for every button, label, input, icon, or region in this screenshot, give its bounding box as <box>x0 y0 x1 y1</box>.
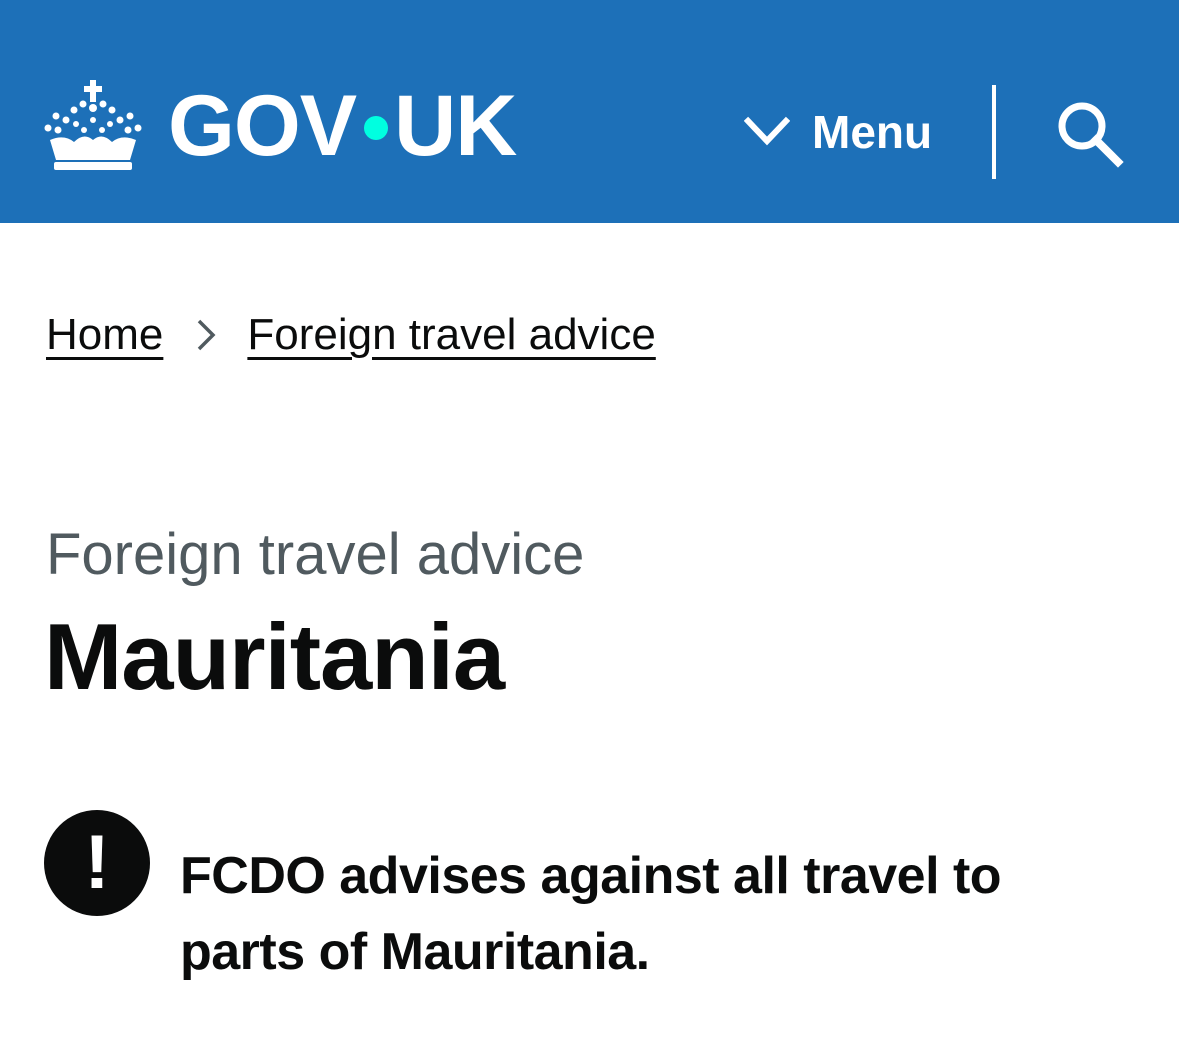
breadcrumb: Home Foreign travel advice <box>46 310 656 360</box>
logo-text-gov: GOV <box>168 78 357 174</box>
govuk-logo-link[interactable]: GOV UK <box>44 78 517 174</box>
breadcrumb-home-link[interactable]: Home <box>46 310 163 360</box>
chevron-right-icon <box>198 319 216 351</box>
crown-icon <box>44 80 142 170</box>
menu-label: Menu <box>812 106 933 158</box>
warning-text: FCDO advises against all travel to parts… <box>180 847 1002 981</box>
logo-dot <box>364 116 389 140</box>
header-divider <box>992 85 996 179</box>
menu-button[interactable]: Menu <box>744 98 932 166</box>
breadcrumb-foreign-travel-advice-link[interactable]: Foreign travel advice <box>247 310 655 360</box>
page-title: Mauritania <box>44 604 505 709</box>
exclamation-icon: ! <box>44 810 150 916</box>
page-caption: Foreign travel advice <box>46 522 585 587</box>
govuk-logo-text: GOV UK <box>168 78 517 174</box>
search-button[interactable] <box>1052 96 1128 172</box>
search-icon <box>1058 102 1124 168</box>
logo-text-uk: UK <box>394 78 517 174</box>
site-header: GOV UK Menu <box>0 0 1179 223</box>
chevron-down-icon <box>744 116 790 146</box>
